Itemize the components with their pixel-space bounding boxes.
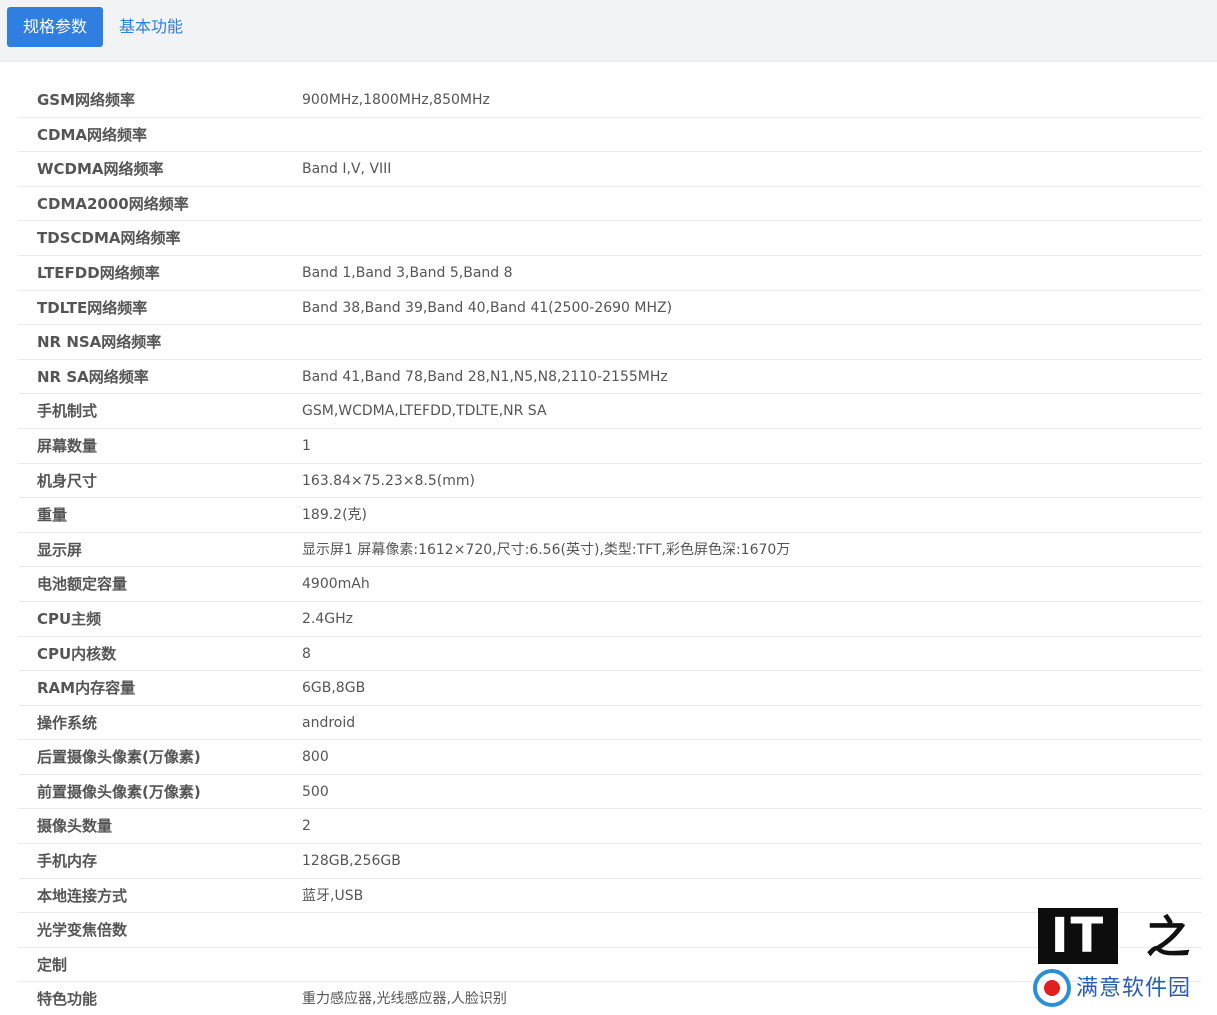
spec-row: 本地连接方式 蓝牙,USB <box>18 879 1202 914</box>
spec-row: 机身尺寸 163.84×75.23×8.5(mm) <box>18 464 1202 499</box>
spec-value: Band Ⅰ,V, VIII <box>302 161 392 178</box>
spec-value: Band 41,Band 78,Band 28,N1,N5,N8,2110-21… <box>302 368 668 385</box>
spec-row: 屏幕数量 1 <box>18 429 1202 464</box>
spec-row: 光学变焦倍数 <box>18 913 1202 948</box>
spec-row: 显示屏 显示屏1 屏幕像素:1612×720,尺寸:6.56(英寸),类型:TFT… <box>18 533 1202 568</box>
spec-label: 机身尺寸 <box>37 471 98 490</box>
spec-label: 手机制式 <box>37 402 98 421</box>
spec-value: 蓝牙,USB <box>302 887 364 904</box>
spec-row: 前置摄像头像素(万像素) 500 <box>18 775 1202 810</box>
spec-value: GSM,WCDMA,LTEFDD,TDLTE,NR SA <box>302 403 547 420</box>
spec-row: 操作系统 android <box>18 706 1202 741</box>
spec-label: 显示屏 <box>37 540 83 559</box>
watermark-circle-icon <box>1033 969 1071 1007</box>
spec-value: Band 1,Band 3,Band 5,Band 8 <box>302 264 513 281</box>
spec-row: CPU内核数 8 <box>18 637 1202 672</box>
spec-value: 128GB,256GB <box>302 853 401 870</box>
spec-row: RAM内存容量 6GB,8GB <box>18 671 1202 706</box>
spec-label: CPU主频 <box>37 609 102 628</box>
spec-label: 后置摄像头像素(万像素) <box>37 748 201 767</box>
spec-value: 重力感应器,光线感应器,人脸识别 <box>302 991 507 1008</box>
spec-label: TDLTE网络频率 <box>37 298 148 317</box>
spec-label: LTEFDD网络频率 <box>37 263 160 282</box>
spec-value: 4900mAh <box>302 576 370 593</box>
spec-value: 2.4GHz <box>302 610 353 627</box>
spec-value: 1 <box>302 437 311 454</box>
spec-row: 摄像头数量 2 <box>18 809 1202 845</box>
spec-label: 特色功能 <box>37 990 98 1009</box>
spec-label: 定制 <box>37 955 68 974</box>
spec-row: TDSCDMA网络频率 <box>18 221 1202 256</box>
spec-label: RAM内存容量 <box>37 679 136 698</box>
spec-label: 光学变焦倍数 <box>37 921 128 940</box>
spec-value: 189.2(克) <box>302 507 368 524</box>
spec-table: GSM网络频率 900MHz,1800MHz,850MHz CDMA网络频率 WCDM… <box>18 83 1202 1015</box>
spec-value: 显示屏1 屏幕像素:1612×720,尺寸:6.56(英寸),类型:TFT,彩色… <box>302 541 791 558</box>
spec-label: 电池额定容量 <box>37 575 128 594</box>
spec-label: 重量 <box>37 506 68 525</box>
spec-value: 163.84×75.23×8.5(mm) <box>302 472 475 489</box>
spec-label: 前置摄像头像素(万像素) <box>37 782 201 801</box>
spec-value: 2 <box>302 818 311 835</box>
spec-row: CPU主频 2.4GHz <box>18 602 1202 637</box>
spec-row: LTEFDD网络频率 Band 1,Band 3,Band 5,Band 8 <box>18 256 1202 291</box>
spec-row: CDMA网络频率 <box>18 118 1202 153</box>
spec-row: NR NSA网络频率 <box>18 325 1202 360</box>
spec-row: 重量 189.2(克) <box>18 498 1202 533</box>
spec-row: WCDMA网络频率 Band Ⅰ,V, VIII <box>18 152 1202 187</box>
watermark-it-logo: IT <box>1038 908 1118 964</box>
tab-bar: 规格参数 基本功能 <box>0 0 1217 62</box>
spec-value: 800 <box>302 749 329 766</box>
spec-label: NR SA网络频率 <box>37 367 149 386</box>
spec-value: 6GB,8GB <box>302 680 366 697</box>
spec-value: 8 <box>302 645 311 662</box>
spec-label: CDMA网络频率 <box>37 125 147 144</box>
spec-row: 定制 <box>18 948 1202 983</box>
spec-label: CPU内核数 <box>37 644 117 663</box>
spec-row: 手机制式 GSM,WCDMA,LTEFDD,TDLTE,NR SA <box>18 394 1202 429</box>
watermark-caption: 满意软件园 <box>1076 976 1192 1001</box>
spec-row: GSM网络频率 900MHz,1800MHz,850MHz <box>18 83 1202 118</box>
spec-label: CDMA2000网络频率 <box>37 194 189 213</box>
spec-label: 本地连接方式 <box>37 886 128 905</box>
spec-label: 摄像头数量 <box>37 817 113 836</box>
spec-row: NR SA网络频率 Band 41,Band 78,Band 28,N1,N5,N… <box>18 360 1202 395</box>
spec-row: 电池额定容量 4900mAh <box>18 567 1202 602</box>
spec-label: TDSCDMA网络频率 <box>37 229 181 248</box>
spec-value: Band 38,Band 39,Band 40,Band 41(2500-269… <box>302 299 673 316</box>
spec-value: 500 <box>302 783 329 800</box>
spec-row: 后置摄像头像素(万像素) 800 <box>18 740 1202 775</box>
watermark-logo: IT 之 满意软件园 <box>1030 906 1210 1012</box>
spec-label: NR NSA网络频率 <box>37 333 162 352</box>
tab-specs[interactable]: 规格参数 <box>7 7 103 47</box>
watermark-glyph: 之 <box>1146 912 1190 963</box>
spec-label: GSM网络频率 <box>37 91 136 109</box>
spec-row: 特色功能 重力感应器,光线感应器,人脸识别 <box>18 982 1202 1015</box>
spec-value: 900MHz,1800MHz,850MHz <box>302 92 490 108</box>
spec-row: CDMA2000网络频率 <box>18 187 1202 222</box>
tab-basic-features[interactable]: 基本功能 <box>119 7 183 47</box>
spec-label: 屏幕数量 <box>37 436 98 455</box>
spec-value: android <box>302 714 356 731</box>
spec-label: 手机内存 <box>37 852 98 871</box>
spec-label: WCDMA网络频率 <box>37 160 164 179</box>
spec-row: 手机内存 128GB,256GB <box>18 844 1202 879</box>
spec-label: 操作系统 <box>37 713 98 732</box>
spec-row: TDLTE网络频率 Band 38,Band 39,Band 40,Band 41… <box>18 291 1202 326</box>
